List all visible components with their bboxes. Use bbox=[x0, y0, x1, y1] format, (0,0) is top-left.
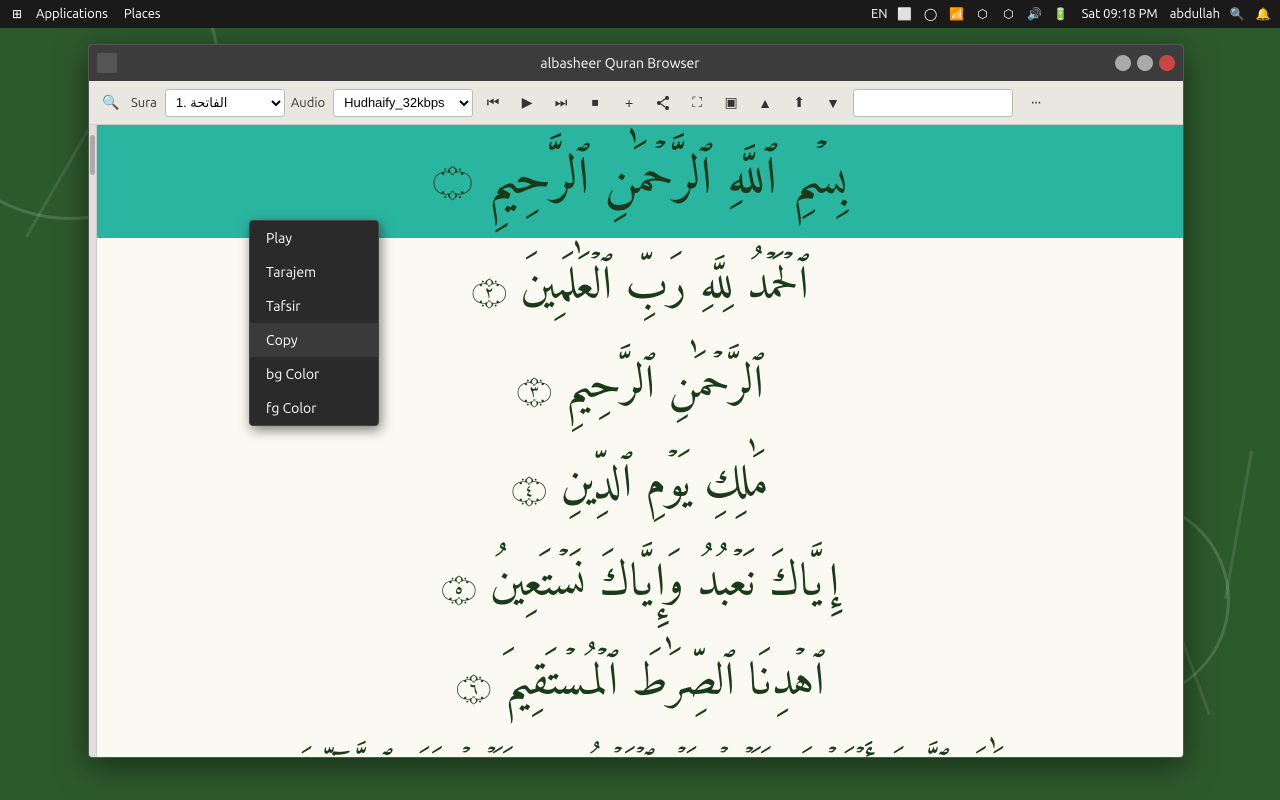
fast-forward-button[interactable]: ⏭ bbox=[547, 89, 575, 117]
system-time: Sat 09:18 PM bbox=[1082, 7, 1158, 21]
volume-icon: 🔊 bbox=[1026, 5, 1044, 23]
sidebar-scroll-thumb[interactable] bbox=[90, 135, 95, 175]
sura-label: Sura bbox=[131, 96, 157, 110]
context-menu-play[interactable]: Play bbox=[250, 221, 378, 255]
ayah-5-num: ۝٥ bbox=[441, 568, 477, 610]
play-button[interactable]: ▶ bbox=[513, 89, 541, 117]
search-input[interactable] bbox=[853, 89, 1013, 117]
share-icon bbox=[656, 96, 670, 110]
battery-icon: 🔋 bbox=[1052, 5, 1070, 23]
system-bar-left: ⊞ Applications Places bbox=[0, 5, 167, 23]
ayah-6[interactable]: ٱهۡدِنَا ٱلصِّرَٰطَ ٱلۡمُسۡتَقِيمَ ۝٦ bbox=[97, 634, 1183, 733]
sura-select[interactable]: الفاتحة .1 bbox=[165, 89, 285, 117]
add-button[interactable]: + bbox=[615, 89, 643, 117]
context-menu: Play Tarajem Tafsir Copy bg Color fg Col… bbox=[249, 220, 379, 426]
ayah-4-num: ۝٤ bbox=[511, 469, 547, 511]
close-button[interactable] bbox=[1159, 55, 1175, 71]
scroll-up-button[interactable]: ▲ bbox=[751, 89, 779, 117]
scroll-down-button[interactable]: ▼ bbox=[819, 89, 847, 117]
window-controls bbox=[1115, 55, 1175, 71]
minimize-button[interactable] bbox=[1115, 55, 1131, 71]
context-menu-fgcolor[interactable]: fg Color bbox=[250, 391, 378, 425]
indicator-icon-1: ⬜ bbox=[896, 5, 914, 23]
system-search-icon[interactable]: 🔍 bbox=[1228, 5, 1246, 23]
deco-line-3 bbox=[1224, 451, 1253, 599]
fullscreen-button[interactable]: ⛶ bbox=[683, 89, 711, 117]
system-bar-right: EN ⬜ ◯ 📶 ⬡ ⬡ 🔊 🔋 Sat 09:18 PM abdullah 🔍… bbox=[871, 5, 1280, 23]
wifi-icon: 📶 bbox=[948, 5, 966, 23]
bluetooth-icon: ⬡ bbox=[974, 5, 992, 23]
ayah-7-text: صِرَٰطَ ٱلَّذِينَ أَنۡعَمۡتَ عَلَيۡهِمۡ … bbox=[97, 748, 1183, 757]
share-button[interactable] bbox=[649, 89, 677, 117]
app-window: albasheer Quran Browser 🔍 Sura الفاتحة .… bbox=[88, 44, 1184, 758]
maximize-button[interactable] bbox=[1137, 55, 1153, 71]
context-menu-tarajem[interactable]: Tarajem bbox=[250, 255, 378, 289]
content-area: بِسۡمِ ٱللَّهِ ٱلرَّحۡمَٰنِ ٱلرَّحِيمِ ۝… bbox=[89, 125, 1183, 757]
ayah-7-num: ۝٧ bbox=[244, 756, 285, 757]
context-menu-tafsir[interactable]: Tafsir bbox=[250, 289, 378, 323]
stop-button[interactable]: ⏹ bbox=[581, 89, 609, 117]
applications-menu[interactable]: Applications bbox=[30, 5, 114, 23]
bluetooth-icon-2: ⬡ bbox=[1000, 5, 1018, 23]
ayah-6-num: ۝٦ bbox=[456, 667, 492, 709]
app-icon bbox=[97, 53, 117, 73]
window-title: albasheer Quran Browser bbox=[125, 55, 1115, 71]
title-bar: albasheer Quran Browser bbox=[89, 45, 1183, 81]
ayah-5[interactable]: إِيَّاكَ نَعۡبُدُ وَإِيَّاكَ نَسۡتَعِينُ… bbox=[97, 535, 1183, 634]
toolbar-search-button[interactable]: 🔍 bbox=[97, 89, 125, 117]
lang-indicator: EN bbox=[871, 7, 888, 21]
indicator-icon-2: ◯ bbox=[922, 5, 940, 23]
system-bar: ⊞ Applications Places EN ⬜ ◯ 📶 ⬡ ⬡ 🔊 🔋 S… bbox=[0, 0, 1280, 28]
ayah-4[interactable]: مَٰلِكِ يَوۡمِ ٱلدِّينِ ۝٤ bbox=[97, 436, 1183, 535]
export-button[interactable]: ⬆ bbox=[785, 89, 813, 117]
audio-select[interactable]: Hudhaify_32kbps bbox=[333, 89, 473, 117]
ayah-2-num: ۝٢ bbox=[471, 271, 507, 313]
audio-label: Audio bbox=[291, 96, 325, 110]
places-menu[interactable]: Places bbox=[118, 5, 167, 23]
ayah-6-text: ٱهۡدِنَا ٱلصِّرَٰطَ ٱلۡمُسۡتَقِيمَ ۝٦ bbox=[97, 649, 1183, 718]
system-username: abdullah bbox=[1170, 7, 1220, 21]
toolbar: 🔍 Sura الفاتحة .1 Audio Hudhaify_32kbps … bbox=[89, 81, 1183, 125]
notification-icon[interactable]: 🔔 bbox=[1254, 5, 1272, 23]
ayah-4-text: مَٰلِكِ يَوۡمِ ٱلدِّينِ ۝٤ bbox=[97, 451, 1183, 520]
distro-icon: ⊞ bbox=[8, 5, 26, 23]
bismillah-text: بِسۡمِ ٱللَّهِ ٱلرَّحۡمَٰنِ ٱلرَّحِيمِ ۝ bbox=[127, 145, 1153, 218]
ayah-3-num: ۝٣ bbox=[516, 370, 552, 412]
ayah-7[interactable]: صِرَٰطَ ٱلَّذِينَ أَنۡعَمۡتَ عَلَيۡهِمۡ … bbox=[97, 733, 1183, 757]
more-button[interactable]: ··· bbox=[1019, 89, 1051, 117]
left-sidebar bbox=[89, 125, 97, 757]
context-menu-bgcolor[interactable]: bg Color bbox=[250, 357, 378, 391]
context-menu-copy[interactable]: Copy bbox=[250, 323, 378, 357]
ayah-5-text: إِيَّاكَ نَعۡبُدُ وَإِيَّاكَ نَسۡتَعِينُ… bbox=[97, 550, 1183, 619]
screen2-button[interactable]: ▣ bbox=[717, 89, 745, 117]
prev-button[interactable]: ⏮ bbox=[479, 89, 507, 117]
